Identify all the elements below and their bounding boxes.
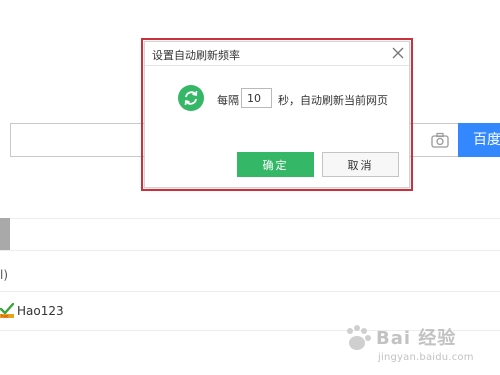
list-item-text: l) bbox=[0, 268, 9, 282]
divider bbox=[0, 218, 500, 219]
search-button[interactable]: 百度 bbox=[458, 123, 500, 157]
baidu-jingyan-watermark: Bai 经验 jingyan.baidu.com bbox=[338, 322, 498, 372]
divider bbox=[0, 291, 500, 292]
hao123-logo: hao bbox=[0, 303, 14, 319]
watermark-brand: Bai 经验 bbox=[376, 328, 457, 349]
hao123-link[interactable]: hao Hao123 bbox=[0, 301, 64, 321]
hao123-label[interactable]: Hao123 bbox=[17, 304, 64, 318]
highlight-frame bbox=[141, 38, 413, 191]
svg-text:hao: hao bbox=[1, 314, 9, 319]
baidu-paw-icon bbox=[347, 325, 371, 350]
watermark-url: jingyan.baidu.com bbox=[378, 352, 474, 363]
gray-block bbox=[0, 218, 10, 250]
divider bbox=[0, 250, 500, 251]
camera-icon[interactable] bbox=[430, 131, 450, 149]
